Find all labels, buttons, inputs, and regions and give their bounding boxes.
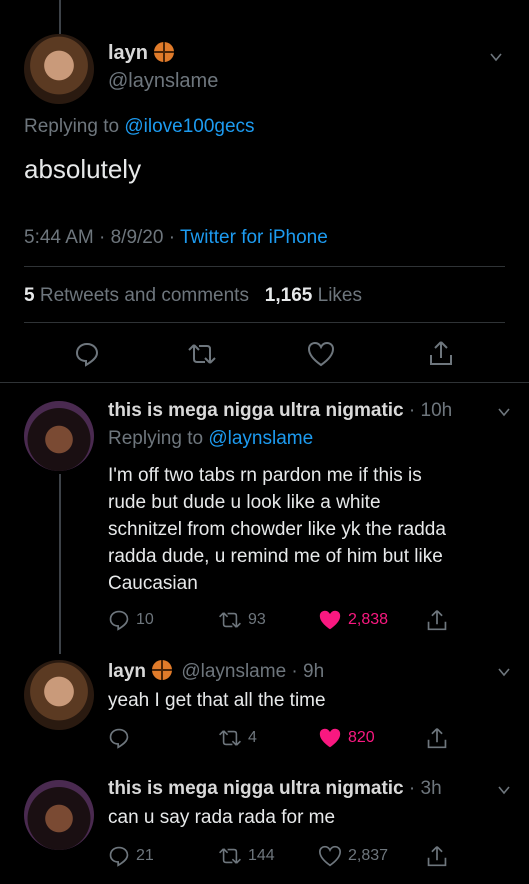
retweet-icon bbox=[219, 730, 241, 746]
like-button[interactable]: 2,838 bbox=[318, 609, 388, 631]
likes-label: Likes bbox=[317, 285, 362, 306]
replying-to-handle[interactable]: @ilove100gecs bbox=[124, 116, 254, 137]
like-count: 2,837 bbox=[348, 847, 389, 864]
reply-icon bbox=[109, 846, 129, 867]
reply-author[interactable]: layn @laynslame · 9h bbox=[108, 660, 324, 683]
reply-icon[interactable] bbox=[74, 341, 100, 367]
reply-button[interactable] bbox=[108, 727, 136, 749]
share-icon[interactable] bbox=[426, 608, 448, 632]
thread-line bbox=[59, 474, 61, 654]
reply-count: 21 bbox=[136, 847, 154, 864]
reply-count: 10 bbox=[136, 611, 154, 628]
avatar[interactable] bbox=[24, 401, 94, 471]
reply-text-line: Caucasian bbox=[108, 573, 198, 594]
chevron-down-icon[interactable] bbox=[497, 783, 511, 797]
reply-text-line: schnitzel from chowder like yk the radda bbox=[108, 519, 446, 540]
share-icon[interactable] bbox=[426, 726, 448, 750]
chevron-down-icon[interactable] bbox=[497, 665, 511, 679]
reply-author[interactable]: this is mega nigga ultra nigmatic · 3h bbox=[108, 778, 442, 800]
retweet-icon bbox=[219, 612, 241, 628]
reply-icon bbox=[109, 610, 129, 631]
replying-to-handle[interactable]: @laynslame bbox=[208, 428, 313, 449]
replying-label: Replying to bbox=[24, 116, 120, 137]
reply-time: · 3h bbox=[408, 778, 442, 799]
replying-to: Replying to @laynslame bbox=[108, 428, 313, 450]
likes-stat[interactable]: 1,165 Likes bbox=[265, 285, 362, 306]
reply-text: can u say rada rada for me bbox=[108, 807, 336, 828]
handle[interactable]: @laynslame bbox=[108, 70, 218, 93]
retweet-count: 144 bbox=[248, 847, 275, 864]
divider bbox=[24, 322, 505, 323]
retweet-icon bbox=[219, 848, 241, 864]
replying-to: Replying to @ilove100gecs bbox=[24, 116, 255, 138]
display-name[interactable]: layn bbox=[108, 42, 148, 64]
heart-filled-icon bbox=[319, 610, 341, 630]
retweets-stat[interactable]: 5 Retweets and comments bbox=[24, 285, 249, 306]
tweet-author[interactable]: layn bbox=[108, 42, 175, 65]
divider bbox=[0, 382, 529, 383]
retweet-button[interactable]: 93 bbox=[218, 609, 266, 631]
replying-label: Replying to bbox=[108, 428, 204, 449]
likes-count: 1,165 bbox=[264, 285, 313, 306]
display-name[interactable]: layn bbox=[108, 661, 146, 682]
avatar[interactable] bbox=[24, 660, 94, 730]
avatar[interactable] bbox=[24, 34, 94, 104]
chevron-down-icon[interactable] bbox=[497, 405, 511, 419]
like-count: 820 bbox=[348, 729, 375, 746]
like-icon bbox=[318, 845, 342, 867]
reply-button[interactable]: 10 bbox=[108, 609, 154, 631]
display-name[interactable]: this is mega nigga ultra nigmatic bbox=[108, 778, 404, 799]
retweet-count: 4 bbox=[248, 729, 257, 746]
thread-line bbox=[59, 0, 61, 34]
like-button[interactable]: 820 bbox=[318, 727, 375, 749]
heart-filled-icon bbox=[319, 728, 341, 748]
avatar[interactable] bbox=[24, 780, 94, 850]
retweet-button[interactable]: 4 bbox=[218, 727, 257, 749]
tweet-stats: 5 Retweets and comments 1,165 Likes bbox=[24, 285, 362, 307]
reply-text: I'm off two tabs rn pardon me if this is… bbox=[108, 462, 446, 597]
reply-time: · 10h bbox=[408, 400, 453, 421]
basketball-emoji-icon bbox=[154, 42, 175, 62]
reply-handle-time[interactable]: @laynslame · 9h bbox=[181, 661, 324, 682]
share-icon[interactable] bbox=[426, 844, 448, 868]
chevron-down-icon[interactable] bbox=[489, 50, 503, 64]
tweet-client[interactable]: Twitter for iPhone bbox=[180, 227, 328, 248]
display-name[interactable]: this is mega nigga ultra nigmatic bbox=[108, 400, 404, 421]
like-icon[interactable] bbox=[307, 341, 335, 367]
divider bbox=[24, 266, 505, 267]
reply-author[interactable]: this is mega nigga ultra nigmatic · 10h bbox=[108, 400, 452, 422]
tweet-timestamp: 5:44 AM · 8/9/20 · bbox=[24, 227, 176, 248]
share-icon[interactable] bbox=[428, 339, 454, 367]
tweet-text: absolutely bbox=[24, 154, 142, 184]
tweet-meta: 5:44 AM · 8/9/20 · Twitter for iPhone bbox=[24, 227, 328, 249]
like-button[interactable]: 2,837 bbox=[318, 845, 388, 867]
like-count: 2,838 bbox=[348, 611, 389, 628]
basketball-emoji-icon bbox=[152, 660, 173, 680]
retweet-count: 93 bbox=[248, 611, 266, 628]
reply-button[interactable]: 21 bbox=[108, 845, 154, 867]
reply-icon bbox=[109, 728, 129, 749]
retweets-label: Retweets and comments bbox=[39, 285, 249, 306]
retweets-count: 5 bbox=[24, 285, 35, 306]
reply-text: yeah I get that all the time bbox=[108, 690, 326, 711]
reply-text-line: radda dude, u remind me of him but like bbox=[108, 546, 443, 567]
reply-text-line: I'm off two tabs rn pardon me if this is bbox=[108, 465, 422, 486]
reply-text-line: rude but dude u look like a white bbox=[108, 492, 381, 513]
retweet-button[interactable]: 144 bbox=[218, 845, 275, 867]
retweet-icon[interactable] bbox=[187, 341, 217, 367]
